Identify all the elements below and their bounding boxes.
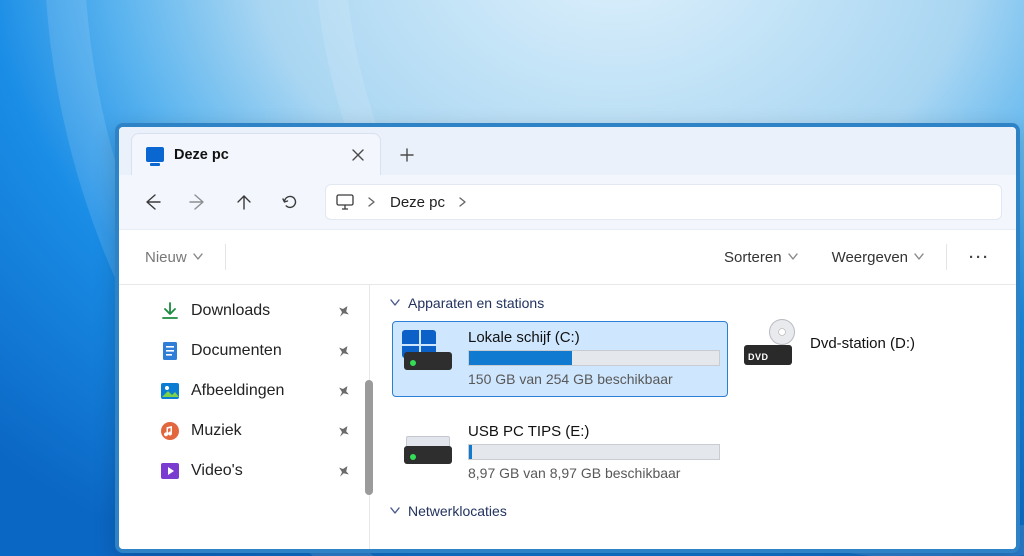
- chevron-down-icon: [390, 299, 400, 307]
- usb-drive-icon: [400, 424, 456, 468]
- tab-this-pc[interactable]: Deze pc: [131, 133, 381, 175]
- navigation-pane: Downloads Documenten Afbeeldingen: [119, 285, 370, 549]
- group-title: Apparaten en stations: [408, 295, 544, 311]
- forward-button[interactable]: [179, 184, 217, 220]
- view-button-label: Weergeven: [832, 249, 908, 266]
- drive-free-space: 150 GB van 254 GB beschikbaar: [468, 371, 720, 387]
- local-disk-icon: [400, 330, 456, 374]
- document-icon: [159, 340, 181, 362]
- ellipsis-icon: ···: [969, 249, 990, 266]
- sidebar-item-label: Afbeeldingen: [191, 382, 284, 400]
- devices-row: Lokale schijf (C:) 150 GB van 254 GB bes…: [392, 321, 1002, 491]
- drive-name: USB PC TIPS (E:): [468, 423, 720, 440]
- drive-free-space: 8,97 GB van 8,97 GB beschikbaar: [468, 465, 720, 481]
- chevron-right-icon: [459, 197, 467, 207]
- sidebar-item-documents[interactable]: Documenten: [119, 331, 369, 371]
- title-bar: Deze pc: [119, 127, 1016, 175]
- toolbar-divider: [946, 244, 947, 270]
- download-icon: [159, 300, 181, 322]
- tab-title: Deze pc: [174, 147, 229, 163]
- music-icon: [159, 420, 181, 442]
- command-toolbar: Nieuw Sorteren Weergeven ···: [119, 230, 1016, 285]
- sidebar-item-label: Muziek: [191, 422, 242, 440]
- main-panel: Apparaten en stations Lokale schijf (C:)…: [370, 285, 1016, 549]
- sidebar-item-label: Downloads: [191, 302, 270, 320]
- dvd-drive-icon: DVD: [744, 321, 798, 365]
- up-button[interactable]: [225, 184, 263, 220]
- pictures-icon: [159, 380, 181, 402]
- sidebar-item-videos[interactable]: Video's: [119, 451, 369, 491]
- content-area: Downloads Documenten Afbeeldingen: [119, 285, 1016, 549]
- chevron-down-icon: [390, 507, 400, 515]
- drive-name: Lokale schijf (C:): [468, 329, 720, 346]
- drive-name: Dvd-station (D:): [810, 335, 915, 352]
- chevron-right-icon: [368, 197, 376, 207]
- navigation-bar: Deze pc: [119, 175, 1016, 230]
- back-button[interactable]: [133, 184, 171, 220]
- chevron-down-icon: [788, 253, 798, 261]
- refresh-button[interactable]: [271, 184, 309, 220]
- sidebar-item-pictures[interactable]: Afbeeldingen: [119, 371, 369, 411]
- monitor-icon: [336, 194, 354, 210]
- tab-close-button[interactable]: [346, 145, 370, 165]
- new-tab-button[interactable]: [387, 135, 427, 175]
- file-explorer-window: Deze pc Deze pc: [115, 123, 1020, 553]
- pin-icon: [334, 421, 353, 440]
- address-bar[interactable]: Deze pc: [325, 184, 1002, 220]
- sidebar-scrollbar[interactable]: [365, 380, 373, 495]
- pin-icon: [334, 341, 353, 360]
- sidebar-item-music[interactable]: Muziek: [119, 411, 369, 451]
- sort-button[interactable]: Sorteren: [718, 245, 804, 270]
- more-button[interactable]: ···: [963, 245, 996, 270]
- sidebar-item-downloads[interactable]: Downloads: [119, 291, 369, 331]
- group-header-devices[interactable]: Apparaten en stations: [390, 295, 1002, 311]
- pin-icon: [334, 461, 353, 480]
- sidebar-item-label: Video's: [191, 462, 243, 480]
- this-pc-icon: [146, 147, 164, 162]
- drive-dvd[interactable]: DVD Dvd-station (D:): [744, 321, 934, 365]
- sidebar-item-label: Documenten: [191, 342, 282, 360]
- videos-icon: [159, 460, 181, 482]
- new-button[interactable]: Nieuw: [139, 245, 209, 270]
- pin-icon: [334, 301, 353, 320]
- drive-c[interactable]: Lokale schijf (C:) 150 GB van 254 GB bes…: [392, 321, 728, 397]
- dvd-badge: DVD: [748, 352, 769, 362]
- pin-icon: [334, 381, 353, 400]
- drive-usage-bar: [468, 350, 720, 366]
- group-header-network[interactable]: Netwerklocaties: [390, 503, 1002, 519]
- toolbar-divider: [225, 244, 226, 270]
- breadcrumb-this-pc[interactable]: Deze pc: [390, 194, 445, 211]
- drive-e[interactable]: USB PC TIPS (E:) 8,97 GB van 8,97 GB bes…: [392, 415, 728, 491]
- drive-usage-bar: [468, 444, 720, 460]
- new-button-label: Nieuw: [145, 249, 187, 266]
- chevron-down-icon: [193, 253, 203, 261]
- view-button[interactable]: Weergeven: [826, 245, 930, 270]
- sort-button-label: Sorteren: [724, 249, 782, 266]
- chevron-down-icon: [914, 253, 924, 261]
- group-title: Netwerklocaties: [408, 503, 507, 519]
